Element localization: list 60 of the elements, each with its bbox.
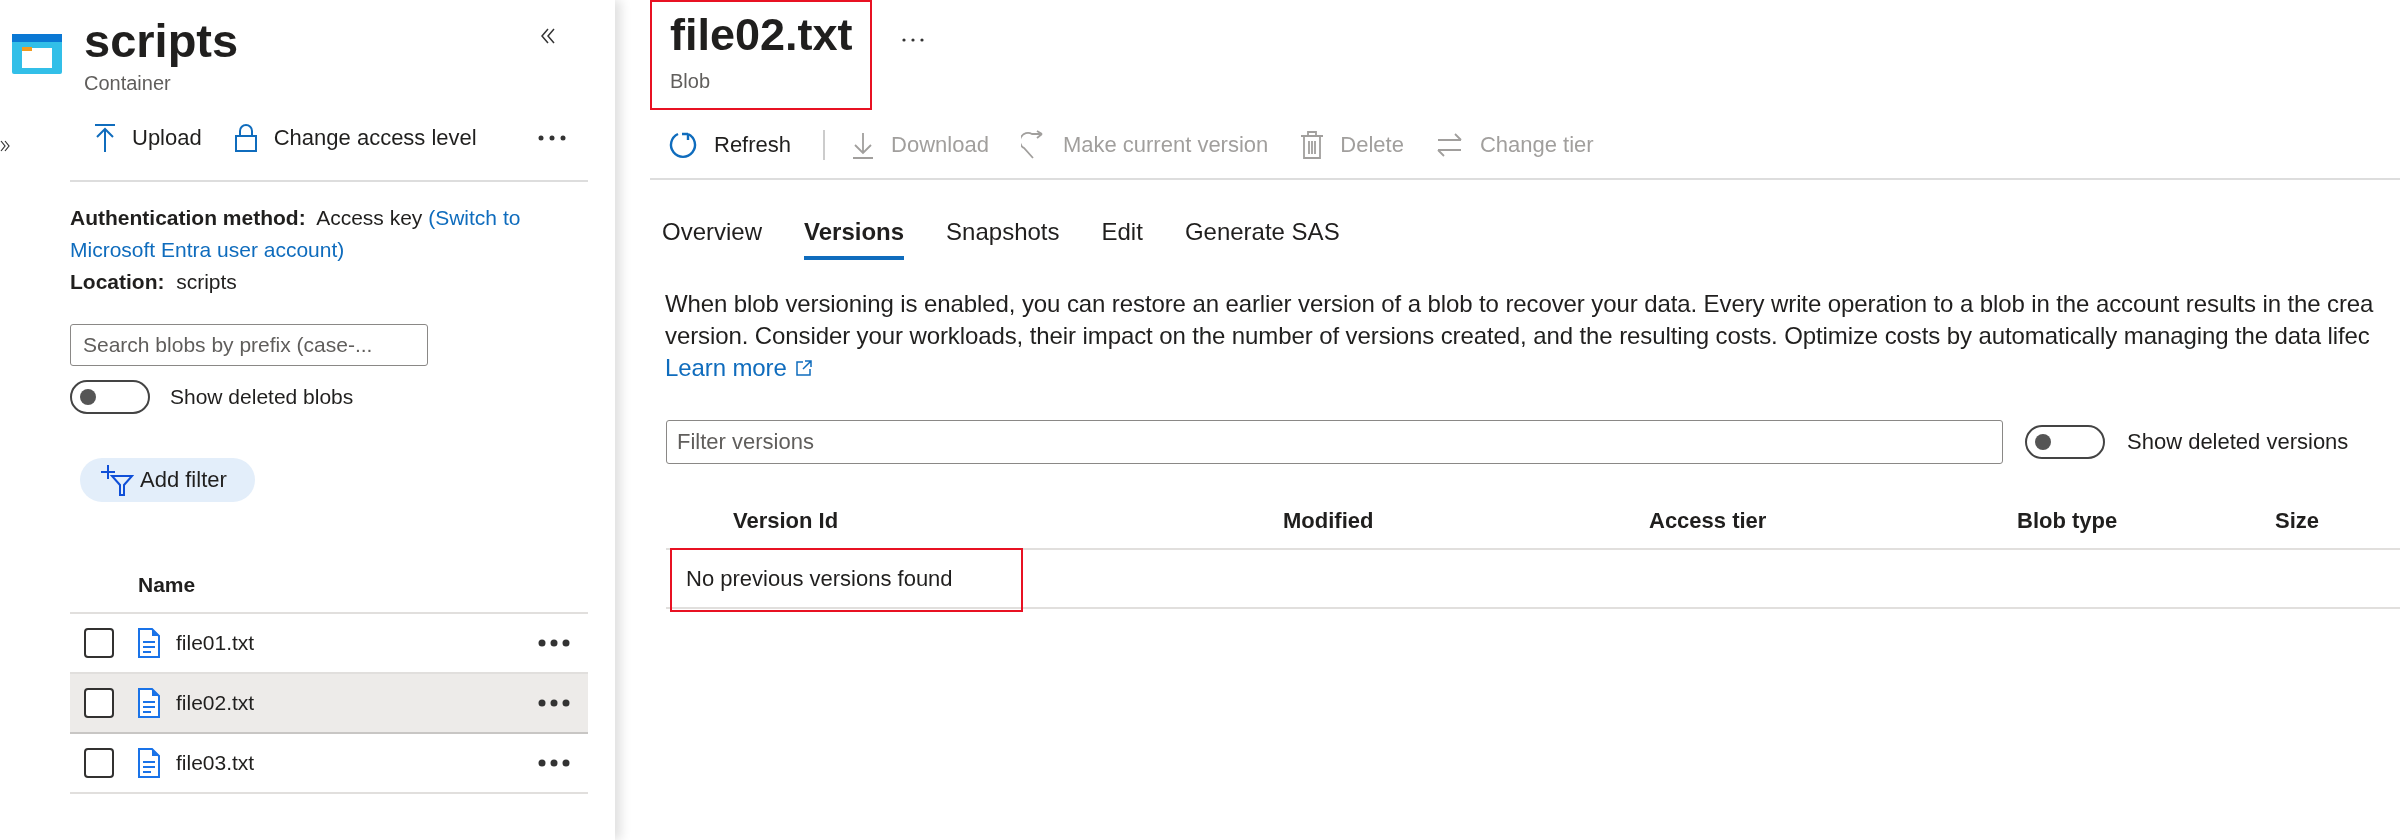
refresh-icon [668,130,698,160]
table-row[interactable]: file03.txt [70,734,588,794]
description-text: When blob versioning is enabled, you can restore an earlier version of a blob to recover your data. Every write operation to a blob in the account results in the crea [665,289,2375,319]
tab[interactable]: Overview [662,210,763,260]
toolbar-button[interactable]: Change access level [227,119,483,157]
search-field[interactable]: Search blobs by prefix (case-... [70,324,428,366]
column-header[interactable]: Blob type [2017,508,2275,534]
swap-arrows-icon [1435,132,1464,158]
filter-field[interactable]: Filter versions [666,420,2003,464]
blob-title: file02.txt [670,8,853,62]
description-text: version. Consider your workloads, their impact on the number of versions created, and the resulting costs. Optimize costs by automatically managing the data lifec [665,321,2371,351]
container-title: scripts [84,14,239,68]
document-icon [138,688,160,718]
toggle-label: Show deleted blobs [170,385,354,409]
location-text: Location: scripts [70,269,238,295]
document-icon [138,628,160,658]
file-name[interactable]: file03.txt [176,751,255,775]
more-icon[interactable] [538,135,566,141]
learn-more-link[interactable]: Learn more [665,352,813,384]
toggle-switch[interactable] [70,380,150,414]
switch-account-link[interactable]: Microsoft Entra user account) [70,238,345,261]
expand-icon[interactable] [0,140,10,152]
container-subtitle: Container [84,72,172,95]
column-header[interactable]: Access tier [1649,508,2017,534]
toolbar-button[interactable]: Upload [88,119,208,157]
download-icon [851,131,876,159]
tab[interactable]: Edit [1101,210,1143,260]
external-link-icon [794,359,813,377]
checkbox[interactable] [84,628,114,658]
column-header[interactable]: Size [2275,508,2400,534]
table-row[interactable]: file02.txt [70,674,588,734]
tab[interactable]: Generate SAS [1184,210,1340,260]
add-filter-icon [100,464,134,496]
tab[interactable]: Versions [804,210,905,260]
upload-icon [94,123,116,153]
add-filter-button[interactable]: Add filter [80,458,255,502]
column-header[interactable]: Version Id [733,508,1283,534]
document-icon [138,748,160,778]
file-name[interactable]: file01.txt [176,631,255,655]
auth-method-text: Authentication method: Access key (Switch to Microsoft Entra user account) [70,205,522,263]
lock-icon [233,123,258,153]
blob-subtitle: Blob [670,70,712,93]
more-icon[interactable] [538,639,570,647]
trash-icon [1300,130,1325,160]
more-icon[interactable] [538,699,570,707]
toggle-switch[interactable] [2025,425,2105,459]
more-icon[interactable] [901,38,924,42]
column-header[interactable]: Modified [1283,508,1649,534]
tab[interactable]: Snapshots [946,210,1060,260]
empty-message: No previous versions found [686,565,953,592]
container-icon [12,34,62,74]
column-header[interactable]: Name [138,573,196,597]
checkbox[interactable] [84,748,114,778]
toggle-label: Show deleted versions [2127,429,2349,455]
checkbox[interactable] [84,688,114,718]
collapse-icon[interactable] [540,28,556,44]
file-name[interactable]: file02.txt [176,691,255,715]
more-icon[interactable] [538,759,570,767]
toolbar-button[interactable]: Refresh [662,126,798,164]
switch-account-link[interactable]: (Switch to [428,206,521,229]
